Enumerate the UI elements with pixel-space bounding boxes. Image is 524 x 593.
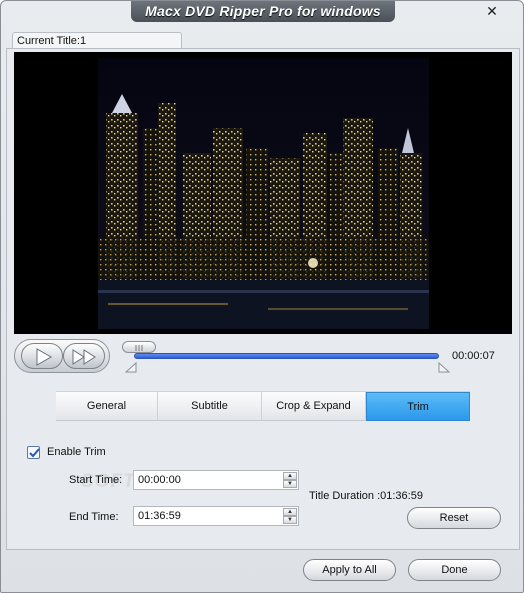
- main-window: Macx DVD Ripper Pro for windows ✕ Curren…: [0, 0, 524, 593]
- preview-image: [98, 58, 429, 329]
- spin-up-icon[interactable]: ▲: [283, 472, 297, 480]
- play-button[interactable]: [21, 343, 63, 369]
- end-time-label: End Time:: [69, 511, 119, 523]
- time-display: 00:00:07: [452, 350, 495, 362]
- trim-end-marker[interactable]: [438, 362, 450, 373]
- end-time-spinner[interactable]: ▲ ▼: [283, 508, 297, 524]
- spin-down-icon[interactable]: ▼: [283, 516, 297, 524]
- fast-forward-icon: [72, 349, 96, 365]
- start-time-spinner[interactable]: ▲ ▼: [283, 472, 297, 488]
- window-title: Macx DVD Ripper Pro for windows: [131, 1, 395, 22]
- start-time-input[interactable]: [134, 471, 279, 489]
- enable-trim-label: Enable Trim: [47, 446, 106, 458]
- fast-forward-button[interactable]: [63, 343, 105, 369]
- city-skyline-image: [98, 58, 429, 329]
- title-bar: Macx DVD Ripper Pro for windows ✕: [1, 1, 523, 25]
- trim-start-marker[interactable]: [125, 362, 137, 373]
- playback-controls: 00:00:07: [14, 339, 512, 377]
- tab-trim[interactable]: Trim: [366, 392, 470, 421]
- tab-crop-expand[interactable]: Crop & Expand: [262, 392, 366, 421]
- checkmark-icon: [29, 448, 40, 458]
- settings-tabs: General Subtitle Crop & Expand Trim: [56, 391, 470, 421]
- close-icon[interactable]: ✕: [483, 2, 501, 20]
- enable-trim-checkbox[interactable]: [27, 446, 40, 459]
- end-time-field[interactable]: ▲ ▼: [133, 506, 299, 526]
- start-time-field[interactable]: ▲ ▼: [133, 470, 299, 490]
- reset-button[interactable]: Reset: [407, 507, 501, 529]
- play-icon: [36, 348, 53, 366]
- start-time-label: Start Time:: [69, 474, 123, 486]
- spin-up-icon[interactable]: ▲: [283, 508, 297, 516]
- apply-to-all-button[interactable]: Apply to All: [303, 559, 396, 581]
- video-preview: [14, 52, 512, 334]
- tab-subtitle[interactable]: Subtitle: [158, 392, 262, 421]
- end-time-input[interactable]: [134, 507, 279, 525]
- spin-down-icon[interactable]: ▼: [283, 480, 297, 488]
- transport-buttons: [14, 339, 110, 373]
- title-duration: Title Duration :01:36:59: [309, 490, 423, 502]
- tab-general[interactable]: General: [56, 392, 158, 421]
- grip-icon: [135, 345, 143, 351]
- done-button[interactable]: Done: [408, 559, 501, 581]
- slider-knob[interactable]: [122, 341, 156, 353]
- progress-slider[interactable]: [134, 353, 439, 359]
